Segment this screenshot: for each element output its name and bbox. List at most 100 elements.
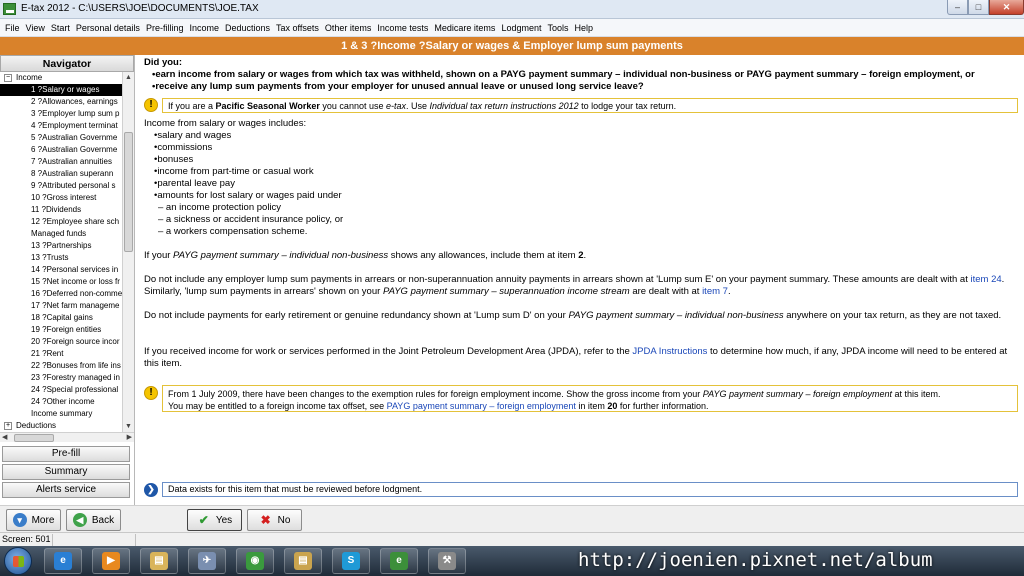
taskbar-app[interactable]: ⚒ xyxy=(428,548,466,574)
collapse-icon[interactable]: − xyxy=(4,73,12,82)
scrollbar-thumb[interactable] xyxy=(124,132,133,252)
item-7-link[interactable]: item 7 xyxy=(702,286,728,297)
minimize-button[interactable]: – xyxy=(947,0,968,15)
hscrollbar-thumb[interactable] xyxy=(14,434,54,442)
navigator-item[interactable]: 4 ?Employment terminat xyxy=(0,120,122,132)
more-label: More xyxy=(31,514,55,526)
foreign-employment-link[interactable]: PAYG payment summary – foreign employmen… xyxy=(387,401,576,411)
navigator-item[interactable]: 9 ?Attributed personal s xyxy=(0,180,122,192)
main-content: Did you: •earn income from salary or wag… xyxy=(138,55,1024,505)
did-you-heading: Did you: xyxy=(144,57,182,68)
more-button[interactable]: ▾ More xyxy=(6,509,61,531)
taskbar-app[interactable]: ✈ xyxy=(188,548,226,574)
menu-file[interactable]: File xyxy=(2,23,23,33)
alerts-service-button[interactable]: Alerts service xyxy=(2,482,130,498)
navigator-item[interactable]: 3 ?Employer lump sum p xyxy=(0,108,122,120)
menu-start[interactable]: Start xyxy=(48,23,73,33)
media-player-icon: ▶ xyxy=(102,552,120,570)
scroll-up-icon[interactable]: ▲ xyxy=(123,72,134,83)
etax-app-icon xyxy=(3,3,16,15)
menu-medicare-items[interactable]: Medicare items xyxy=(431,23,498,33)
taskbar-app[interactable]: ▤ xyxy=(140,548,178,574)
menu-tax-offsets[interactable]: Tax offsets xyxy=(273,23,322,33)
taskbar-app[interactable]: e xyxy=(380,548,418,574)
tree-group-income[interactable]: − Income xyxy=(0,72,122,84)
navigator-item[interactable]: 15 ?Net income or loss fr xyxy=(0,276,122,288)
navigator-item[interactable]: 11 ?Dividends xyxy=(0,204,122,216)
navigator-item[interactable]: 24 ?Special professional xyxy=(0,384,122,396)
menu-lodgment[interactable]: Lodgment xyxy=(498,23,544,33)
taskbar-app[interactable]: S xyxy=(332,548,370,574)
menu-other-items[interactable]: Other items xyxy=(322,23,375,33)
menu-pre-filling[interactable]: Pre-filling xyxy=(143,23,187,33)
navigator-item[interactable]: 14 ?Personal services in xyxy=(0,264,122,276)
navigator-item[interactable]: 7 ?Australian annuities xyxy=(0,156,122,168)
maximize-button[interactable]: □ xyxy=(968,0,989,15)
navigator-item[interactable]: 21 ?Rent xyxy=(0,348,122,360)
navigator-item[interactable]: Income summary xyxy=(0,408,122,420)
para-text: anywhere on your tax return, as they are… xyxy=(783,310,1002,321)
navigator-item[interactable]: 16 ?Deferred non-comme xyxy=(0,288,122,300)
navigator-item[interactable]: 24 ?Other income xyxy=(0,396,122,408)
navigator-item-label: 14 ?Personal services in xyxy=(31,265,119,274)
includes-item: •salary and wages xyxy=(154,130,232,141)
navigator-item[interactable]: 20 ?Foreign source incor xyxy=(0,336,122,348)
navigator-item[interactable]: 17 ?Net farm manageme xyxy=(0,300,122,312)
watermark-text: http://joenien.pixnet.net/album xyxy=(578,549,933,571)
navigator-item[interactable]: 2 ?Allowances, earnings xyxy=(0,96,122,108)
menu-tools[interactable]: Tools xyxy=(544,23,571,33)
taskbar-app[interactable]: ▤ xyxy=(284,548,322,574)
menu-income[interactable]: Income xyxy=(186,23,222,33)
scroll-left-icon[interactable]: ◀ xyxy=(2,433,7,441)
menu-income-tests[interactable]: Income tests xyxy=(374,23,431,33)
taskbar-app[interactable]: ▶ xyxy=(92,548,130,574)
close-button[interactable]: ✕ xyxy=(989,0,1024,15)
navigator-scrollbar[interactable]: ▲ ▼ xyxy=(122,72,134,432)
menu-help[interactable]: Help xyxy=(571,23,596,33)
navigator-item[interactable]: 12 ?Employee share sch xyxy=(0,216,122,228)
navigator-item[interactable]: Managed funds xyxy=(0,228,122,240)
warning-icon: ! xyxy=(144,98,158,112)
item-24-link[interactable]: item 24 xyxy=(971,274,1002,285)
navigator-item-label: 24 ?Special professional xyxy=(31,385,119,394)
scroll-right-icon[interactable]: ▶ xyxy=(127,433,132,441)
navigator-item-label: 17 ?Net farm manageme xyxy=(31,301,120,310)
navigator-item-label: 22 ?Bonuses from life ins xyxy=(31,361,121,370)
tree-group-deductions[interactable]: + Deductions xyxy=(0,420,122,432)
navigator-item-label: 18 ?Capital gains xyxy=(31,313,93,322)
yes-label: Yes xyxy=(215,514,233,526)
para-text: PAYG payment summary – individual non-bu… xyxy=(568,310,784,321)
para-text: If your xyxy=(144,250,174,261)
taskbar-app[interactable]: ◉ xyxy=(236,548,274,574)
jpda-instructions-link[interactable]: JPDA Instructions xyxy=(632,346,707,357)
navigator-item-label: 5 ?Australian Governme xyxy=(31,133,118,142)
navigator-item[interactable]: 6 ?Australian Governme xyxy=(0,144,122,156)
no-button[interactable]: ✖ No xyxy=(247,509,302,531)
status-divider xyxy=(52,534,53,546)
tree-group-label: Income xyxy=(16,73,43,82)
prefill-button[interactable]: Pre-fill xyxy=(2,446,130,462)
navigator-item[interactable]: 22 ?Bonuses from life ins xyxy=(0,360,122,372)
scroll-down-icon[interactable]: ▼ xyxy=(123,421,134,432)
navigator-item[interactable]: 13 ?Trusts xyxy=(0,252,122,264)
taskbar-app[interactable]: e xyxy=(44,548,82,574)
navigator-item[interactable]: 23 ?Forestry managed in xyxy=(0,372,122,384)
navigator-item[interactable]: 1 ?Salary or wages xyxy=(0,84,122,96)
menu-personal-details[interactable]: Personal details xyxy=(73,23,143,33)
navigator-item[interactable]: 13 ?Partnerships xyxy=(0,240,122,252)
menu-deductions[interactable]: Deductions xyxy=(222,23,273,33)
navigator-item[interactable]: 5 ?Australian Governme xyxy=(0,132,122,144)
yes-button[interactable]: ✔ Yes xyxy=(187,509,242,531)
navigator-item[interactable]: 8 ?Australian superann xyxy=(0,168,122,180)
start-button[interactable] xyxy=(4,547,32,575)
sub-item: – a workers compensation scheme. xyxy=(158,226,308,237)
back-button[interactable]: ◀ Back xyxy=(66,509,121,531)
navigator-hscrollbar[interactable]: ◀ ▶ xyxy=(0,432,134,442)
menu-view[interactable]: View xyxy=(23,23,48,33)
navigator-item-label: Income summary xyxy=(31,409,93,418)
expand-icon[interactable]: + xyxy=(4,421,12,430)
navigator-item[interactable]: 10 ?Gross interest xyxy=(0,192,122,204)
navigator-item[interactable]: 19 ?Foreign entities xyxy=(0,324,122,336)
navigator-item[interactable]: 18 ?Capital gains xyxy=(0,312,122,324)
summary-button[interactable]: Summary xyxy=(2,464,130,480)
